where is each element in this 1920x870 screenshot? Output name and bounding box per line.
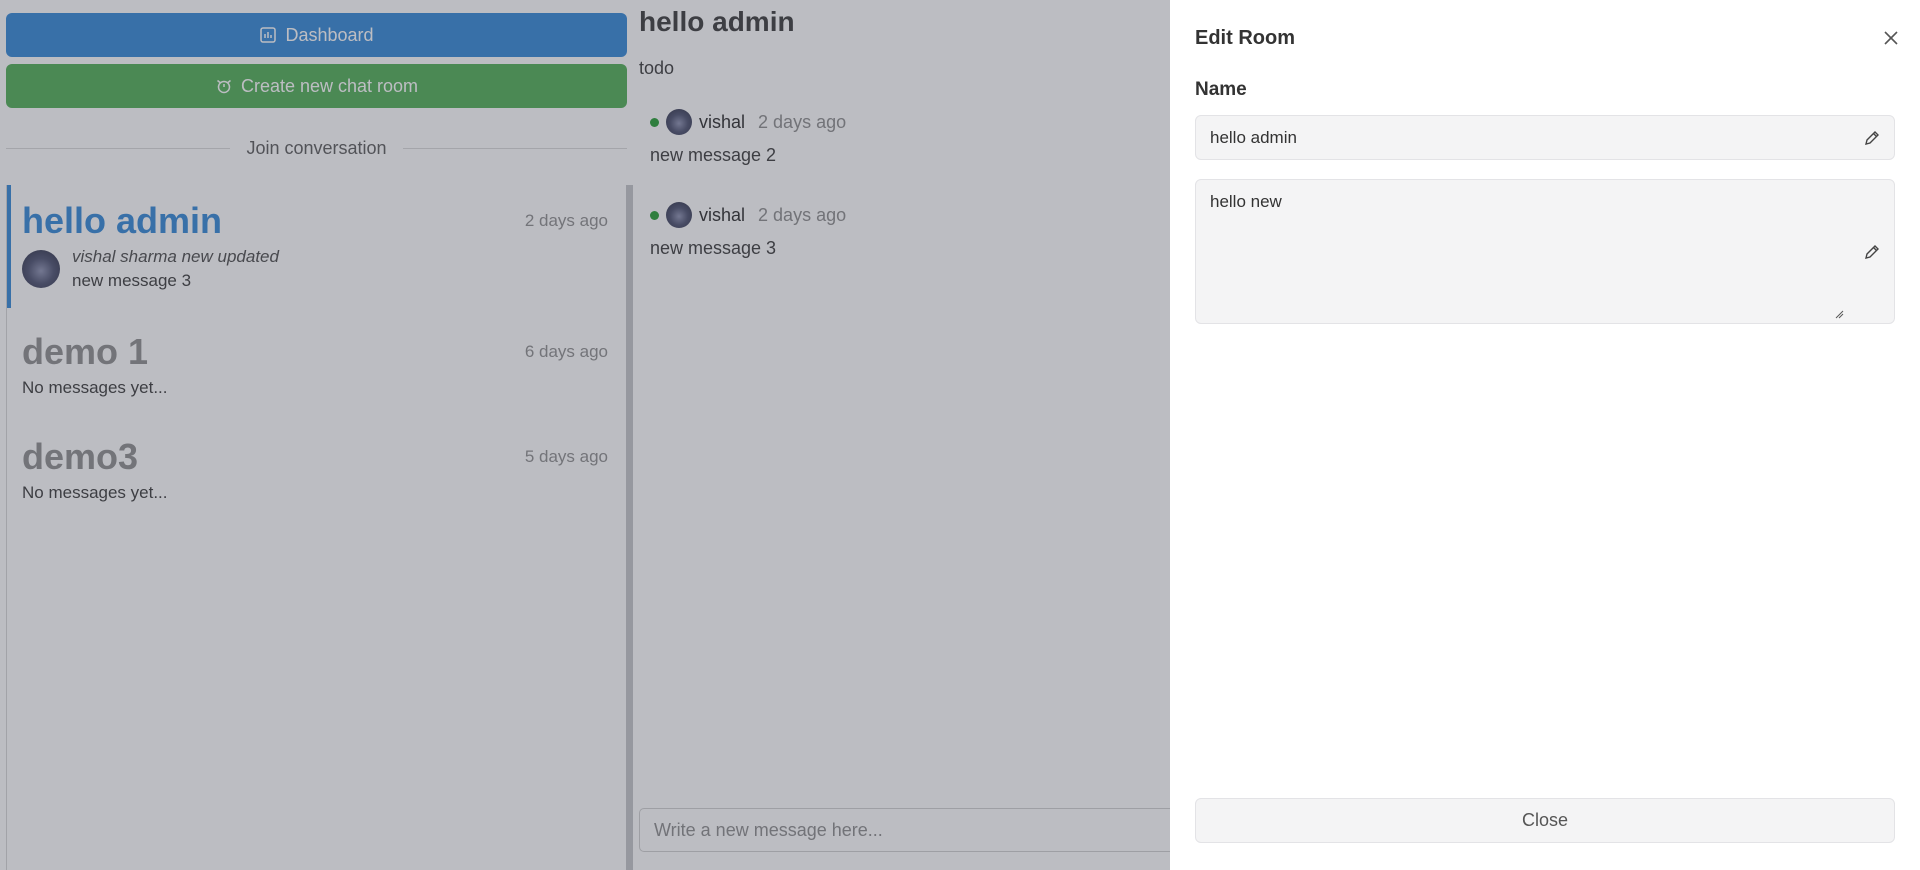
- join-conversation-divider: Join conversation: [6, 136, 627, 160]
- room-preview: No messages yet...: [22, 483, 168, 502]
- message-author: vishal: [699, 111, 746, 132]
- resize-handle-icon[interactable]: [1834, 309, 1844, 319]
- chat-title: hello admin: [639, 6, 795, 37]
- drawer-title: Edit Room: [1195, 27, 1295, 49]
- room-sidebar: Dashboard Create new chat room Join conv…: [0, 0, 636, 870]
- room-item-demo-1[interactable]: demo 1 6 days ago No messages yet...: [7, 330, 626, 398]
- message-input[interactable]: Write a new message here...: [639, 808, 1199, 852]
- message-header: vishal 2 days ago: [650, 109, 846, 135]
- room-name-field[interactable]: hello admin: [1195, 115, 1895, 160]
- pencil-icon[interactable]: [1862, 128, 1882, 148]
- message-time: 2 days ago: [758, 204, 847, 225]
- online-status-icon: [650, 210, 659, 220]
- room-name-value: hello admin: [1210, 127, 1297, 147]
- room-preview: No messages yet...: [22, 378, 168, 397]
- create-chat-room-button[interactable]: Create new chat room: [6, 64, 627, 108]
- chat-message: vishal 2 days ago new message 3: [650, 202, 846, 259]
- room-description-value: hello new: [1210, 192, 1282, 211]
- online-status-icon: [650, 117, 659, 127]
- room-description-field[interactable]: hello new: [1195, 179, 1895, 324]
- edit-room-drawer: Edit Room Name hello admin hello new Clo…: [1170, 0, 1920, 870]
- dashboard-icon: [260, 27, 277, 43]
- chat-description: todo: [639, 58, 675, 78]
- close-button[interactable]: Close: [1195, 798, 1895, 843]
- close-button-label: Close: [1521, 810, 1569, 830]
- avatar: [666, 202, 692, 228]
- chat-message: vishal 2 days ago new message 2: [650, 109, 846, 166]
- create-chat-room-label: Create new chat room: [240, 75, 419, 96]
- room-item-demo3[interactable]: demo3 5 days ago No messages yet...: [7, 435, 626, 503]
- divider-line: [6, 147, 231, 149]
- message-input-placeholder: Write a new message here...: [654, 819, 883, 840]
- dashboard-button-label: Dashboard: [285, 24, 374, 45]
- avatar: [22, 250, 60, 288]
- message-text: new message 3: [650, 238, 777, 258]
- dashboard-button[interactable]: Dashboard: [6, 13, 627, 57]
- room-last-message: vishal sharma new updated new message 3: [22, 245, 626, 293]
- avatar: [666, 109, 692, 135]
- divider-line: [402, 147, 627, 149]
- message-header: vishal 2 days ago: [650, 202, 846, 228]
- message-time: 2 days ago: [758, 111, 847, 132]
- app-root: Dashboard Create new chat room Join conv…: [0, 0, 1920, 870]
- room-time: 5 days ago: [524, 447, 608, 466]
- room-message-text: vishal sharma new updated new message 3: [72, 245, 279, 293]
- room-time: 2 days ago: [524, 211, 608, 230]
- join-conversation-label: Join conversation: [246, 137, 387, 158]
- room-item-hello-admin[interactable]: hello admin 2 days ago vishal sharma new…: [7, 185, 626, 308]
- message-text: new message 2: [650, 145, 777, 165]
- room-time: 6 days ago: [524, 342, 608, 361]
- message-author: vishal: [699, 204, 746, 225]
- room-list: hello admin 2 days ago vishal sharma new…: [6, 185, 633, 870]
- message-preview: new message 3: [72, 271, 192, 290]
- close-icon[interactable]: [1880, 27, 1902, 49]
- name-field-label: Name: [1195, 79, 1247, 100]
- chat-panel: hello admin todo vishal 2 days ago new m…: [636, 0, 1199, 870]
- alarm-icon: [216, 79, 231, 94]
- message-sender: vishal sharma new updated: [72, 247, 279, 266]
- pencil-icon[interactable]: [1862, 242, 1882, 262]
